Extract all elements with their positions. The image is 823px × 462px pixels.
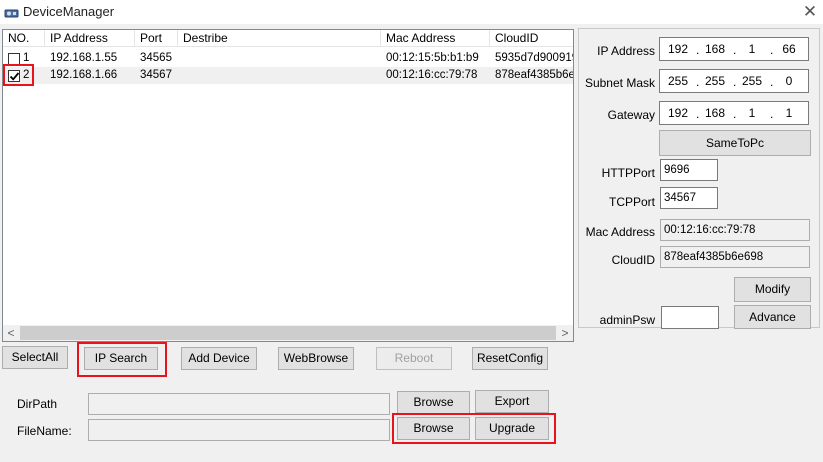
admin-password-label: adminPsw: [599, 313, 655, 327]
cell-describe: [178, 67, 381, 84]
http-port-label: HTTPPort: [601, 166, 655, 180]
device-manager-icon: [4, 9, 19, 18]
ip-octet[interactable]: 66: [774, 42, 804, 56]
upgrade-highlight: [392, 413, 556, 444]
mask-octet[interactable]: 255: [700, 74, 730, 88]
table-row[interactable]: 2 192.168.1.66 34567 00:12:16:cc:79:78 8…: [3, 67, 573, 84]
modify-button[interactable]: Modify: [734, 277, 811, 302]
horizontal-scrollbar[interactable]: < >: [3, 325, 573, 341]
column-header-describe[interactable]: Destribe: [178, 30, 381, 47]
ip-octet[interactable]: 192: [663, 42, 693, 56]
cell-ip: 192.168.1.66: [50, 69, 118, 81]
network-config-panel: IP Address 192 . 168 . 1 . 66 Subnet Mas…: [578, 28, 820, 329]
mask-octet[interactable]: 0: [774, 74, 804, 88]
scroll-thumb[interactable]: [20, 326, 556, 340]
ip-search-highlight: [77, 342, 167, 377]
mac-address-label: Mac Address: [585, 225, 655, 239]
column-header-cloudid[interactable]: CloudID: [490, 30, 573, 47]
ip-address-label: IP Address: [597, 44, 655, 58]
window-title: DeviceManager: [23, 4, 115, 19]
gateway-octet[interactable]: 192: [663, 106, 693, 120]
select-all-button[interactable]: SelectAll: [2, 346, 68, 369]
ip-octet[interactable]: 1: [737, 42, 767, 56]
column-header-mac[interactable]: Mac Address: [381, 30, 490, 47]
gateway-octet[interactable]: 168: [700, 106, 730, 120]
table-row[interactable]: 1 192.168.1.55 34565 00:12:15:5b:b1:b9 5…: [3, 50, 573, 67]
cell-mac: 00:12:15:5b:b1:b9: [386, 52, 479, 64]
tcp-port-label: TCPPort: [608, 195, 655, 209]
dirpath-label: DirPath: [17, 397, 58, 411]
cell-port: 34567: [140, 69, 172, 81]
advance-button[interactable]: Advance: [734, 305, 811, 329]
title-bar: DeviceManager ✕: [0, 0, 823, 24]
column-header-port[interactable]: Port: [135, 30, 178, 47]
reboot-button: Reboot: [376, 347, 452, 370]
filename-label: FileName:: [17, 424, 72, 438]
mask-octet[interactable]: 255: [737, 74, 767, 88]
gateway-octet[interactable]: 1: [737, 106, 767, 120]
ip-octet[interactable]: 168: [700, 42, 730, 56]
http-port-field[interactable]: 9696: [660, 159, 718, 181]
gateway-octet[interactable]: 1: [774, 106, 804, 120]
mask-octet[interactable]: 255: [663, 74, 693, 88]
cell-mac: 00:12:16:cc:79:78: [386, 69, 478, 81]
export-button[interactable]: Export: [475, 390, 549, 413]
cell-port: 34565: [140, 52, 172, 64]
subnet-mask-label: Subnet Mask: [584, 76, 655, 90]
ip-address-field[interactable]: 192 . 168 . 1 . 66: [659, 37, 809, 61]
add-device-button[interactable]: Add Device: [181, 347, 257, 370]
cell-cloudid: 878eaf4385b6e698: [495, 69, 573, 81]
checkbox-highlight: [3, 64, 34, 86]
close-icon[interactable]: ✕: [800, 2, 820, 22]
tcp-port-field[interactable]: 34567: [660, 187, 718, 209]
cloudid-field: 878eaf4385b6e698: [660, 246, 810, 268]
gateway-label: Gateway: [607, 108, 655, 122]
reset-config-button[interactable]: ResetConfig: [472, 347, 548, 370]
cell-cloudid: 5935d7d900919: [495, 52, 573, 64]
same-to-pc-button[interactable]: SameToPc: [659, 130, 811, 156]
window-client-area: NO. IP Address Port Destribe Mac Address…: [0, 24, 823, 462]
subnet-mask-field[interactable]: 255 . 255 . 255 . 0: [659, 69, 809, 93]
admin-password-field[interactable]: [661, 306, 719, 329]
filename-field[interactable]: [88, 419, 390, 441]
scroll-right-icon[interactable]: >: [557, 325, 573, 341]
cell-describe: [178, 50, 381, 67]
cloudid-label: CloudID: [611, 253, 655, 267]
dirpath-browse-button[interactable]: Browse: [397, 391, 470, 414]
mac-address-field: 00:12:16:cc:79:78: [660, 219, 810, 241]
column-header-ip[interactable]: IP Address: [45, 30, 135, 47]
column-header-no[interactable]: NO.: [3, 30, 45, 47]
device-list[interactable]: NO. IP Address Port Destribe Mac Address…: [2, 29, 574, 342]
list-header: NO. IP Address Port Destribe Mac Address…: [3, 30, 573, 47]
cell-ip: 192.168.1.55: [50, 52, 118, 64]
dirpath-field[interactable]: [88, 393, 390, 415]
web-browse-button[interactable]: WebBrowse: [278, 347, 354, 370]
gateway-field[interactable]: 192 . 168 . 1 . 1: [659, 101, 809, 125]
scroll-left-icon[interactable]: <: [3, 325, 19, 341]
